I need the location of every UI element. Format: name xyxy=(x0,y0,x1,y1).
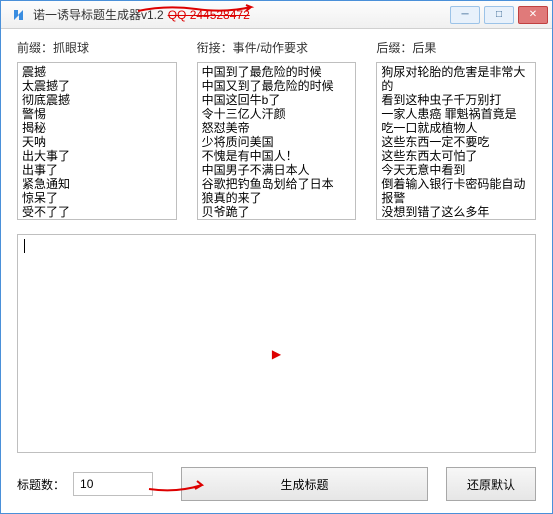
prefix-listbox[interactable]: 震撼 太震撼了 彻底震撼 警惕 揭秘 天呐 出大事了 出事了 紧急通知 惊呆了 … xyxy=(17,62,177,220)
prefix-label: 前缀：抓眼球 xyxy=(17,39,177,56)
client-area: 前缀：抓眼球 衔接：事件/动作要求 后缀：后果 震撼 太震撼了 彻底震撼 警惕 … xyxy=(1,29,552,513)
play-triangle-icon: ▶ xyxy=(272,347,281,361)
reset-button[interactable]: 还原默认 xyxy=(446,467,536,501)
count-input[interactable] xyxy=(73,472,153,496)
red-scribble-icon xyxy=(136,3,256,20)
close-button[interactable]: ✕ xyxy=(518,6,548,24)
bottom-toolbar: 标题数： 生成标题 还原默认 xyxy=(17,467,536,501)
count-label: 标题数： xyxy=(17,476,65,493)
minimize-button[interactable]: ─ xyxy=(450,6,480,24)
window-controls: ─ □ ✕ xyxy=(450,6,548,24)
maximize-button[interactable]: □ xyxy=(484,6,514,24)
listboxes-row: 震撼 太震撼了 彻底震撼 警惕 揭秘 天呐 出大事了 出事了 紧急通知 惊呆了 … xyxy=(17,62,536,220)
app-icon xyxy=(11,7,27,23)
generate-button[interactable]: 生成标题 xyxy=(181,467,428,501)
middle-listbox[interactable]: 中国到了最危险的时候 中国又到了最危险的时候 中国这回牛b了 令十三亿人汗颜 怒… xyxy=(197,62,357,220)
red-arrow-icon xyxy=(147,475,217,495)
output-textarea[interactable]: ▶ xyxy=(17,234,536,453)
suffix-label: 后缀：后果 xyxy=(376,39,536,56)
suffix-listbox[interactable]: 狗尿对轮胎的危害是非常大的 看到这种虫子千万别打 一家人患癌 罪魁祸首竟是 吃一… xyxy=(376,62,536,220)
text-cursor-icon xyxy=(24,239,25,253)
middle-label: 衔接：事件/动作要求 xyxy=(197,39,357,56)
column-labels: 前缀：抓眼球 衔接：事件/动作要求 后缀：后果 xyxy=(17,39,536,58)
titlebar: 诺一诱导标题生成器v1.2 QQ 244528472 ─ □ ✕ xyxy=(1,1,552,29)
app-window: 诺一诱导标题生成器v1.2 QQ 244528472 ─ □ ✕ 前缀：抓眼球 … xyxy=(0,0,553,514)
